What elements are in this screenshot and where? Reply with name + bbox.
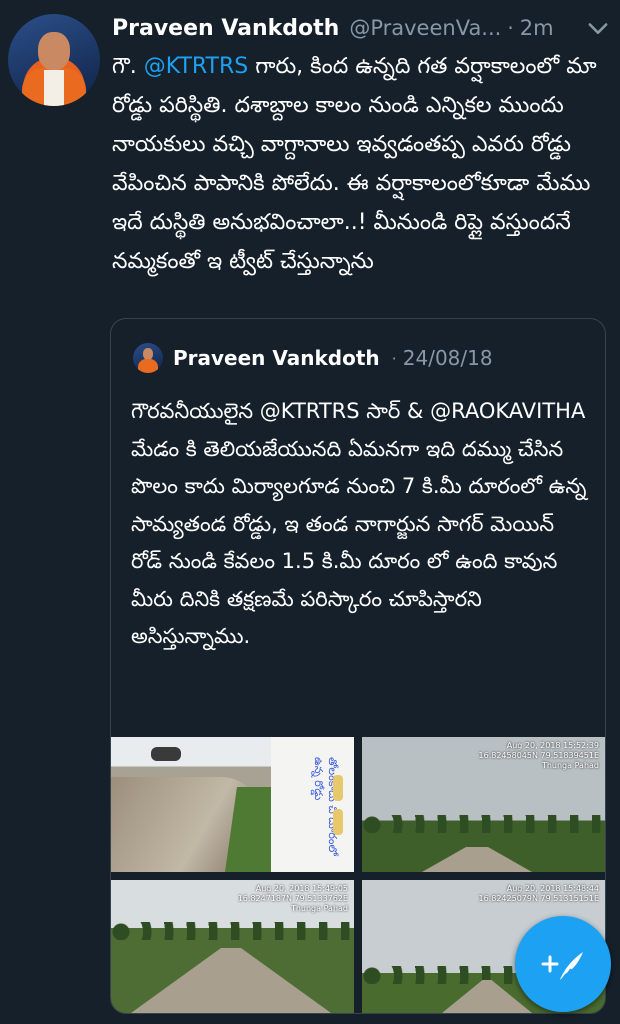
author-handle[interactable]: @PraveenVa... [349, 16, 501, 40]
hand-icon [333, 809, 343, 835]
photo-stamp: Aug 20, 2018 15:49:05 16.8247187N 79.513… [238, 884, 348, 914]
tweet-text-prefix: గౌ. [112, 54, 144, 79]
stamp-place: Thunga Pahad [290, 904, 348, 913]
avatar-vest [44, 70, 64, 106]
stamp-coords: 16.82458045N 79.51839451E [478, 751, 599, 760]
separator-dot: · [507, 16, 514, 40]
hand-icon [333, 775, 343, 801]
tree-line [111, 922, 354, 940]
quoted-tweet-header: Praveen Vankdoth · 24/08/18 [133, 343, 493, 373]
photo-3[interactable]: Aug 20, 2018 15:49:05 16.8247187N 79.513… [111, 880, 354, 1013]
avatar-face [38, 32, 70, 70]
stamp-coords: 16.8247187N 79.5133762E [237, 894, 348, 903]
dirt-path [442, 980, 532, 1013]
separator-dot: · [391, 348, 397, 368]
stamp-place: Thunga Pahad [541, 761, 599, 770]
stamp-date: Aug 20, 2018 15:48:44 [506, 884, 599, 893]
mention-link[interactable]: @KTRTRS [144, 54, 249, 79]
quoted-date: 24/08/18 [402, 346, 493, 370]
stamp-date: Aug 20, 2018 15:49:05 [255, 884, 348, 893]
tweet-text: గౌ. @KTRTRS గారు, కింద ఉన్నది గత వర్షాకా… [112, 47, 612, 281]
photo-1[interactable]: తోలంకాదు చి దూరంలో ఉన్న రోడ్డు [111, 737, 354, 872]
quoted-author-name: Praveen Vankdoth [173, 346, 380, 370]
tweet-header: Praveen Vankdoth @PraveenVa... · 2m [112, 10, 612, 46]
photo-2[interactable]: Aug 20, 2018 15:52:39 16.82458045N 79.51… [362, 737, 605, 872]
author-name[interactable]: Praveen Vankdoth [112, 16, 339, 41]
tree-line [362, 815, 605, 833]
dirt-path [131, 948, 331, 1013]
tweet-time[interactable]: 2m [520, 16, 554, 40]
stamp-date: Aug 20, 2018 15:52:39 [506, 741, 599, 750]
quoted-tweet-text: గౌరవనీయులైన @KTRTRS సార్ & @RAOKAVITHA మ… [131, 399, 587, 648]
quoted-tweet[interactable]: Praveen Vankdoth · 24/08/18 గౌరవనీయులైన … [110, 318, 606, 1014]
avatar[interactable] [8, 14, 100, 106]
tweet-text-body: గారు, కింద ఉన్నది గత వర్షాకాలంలో మా రోడ్… [112, 54, 597, 274]
compose-tweet-icon [541, 952, 583, 983]
quoted-avatar [133, 343, 163, 373]
motorbike [151, 747, 181, 761]
photo-stamp: Aug 20, 2018 15:48:44 16.82425079N 79.51… [479, 884, 599, 904]
stamp-coords: 16.82425079N 79.51315151E [478, 894, 599, 903]
photo-stamp: Aug 20, 2018 15:52:39 16.82458045N 79.51… [479, 741, 599, 771]
dirt-path [422, 847, 532, 872]
chevron-down-icon[interactable] [584, 14, 612, 42]
photo-overlay-text: తోలంకాదు చి దూరంలో ఉన్న రోడ్డు [312, 757, 339, 856]
compose-tweet-button[interactable] [515, 916, 611, 1012]
